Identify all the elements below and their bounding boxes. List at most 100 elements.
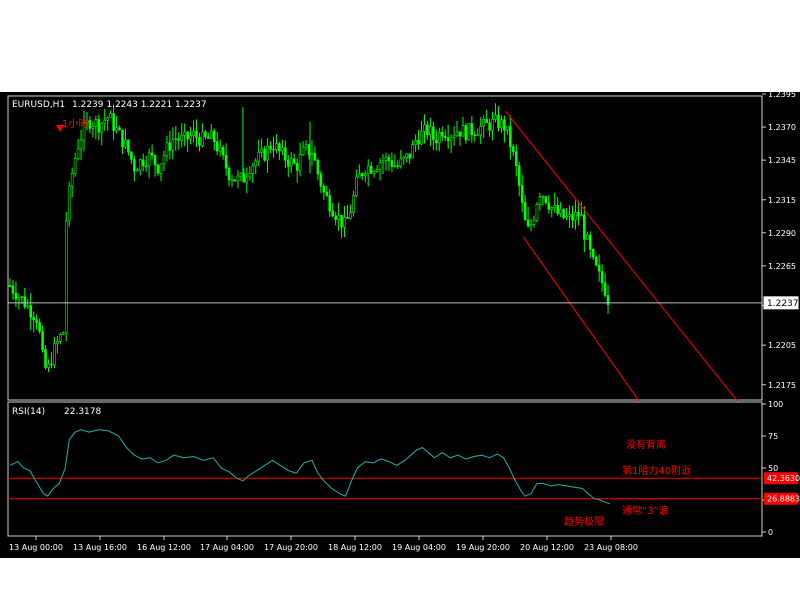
- candle-body: [298, 154, 302, 171]
- candle-body: [473, 134, 477, 137]
- candle-body: [233, 179, 237, 182]
- candle-body: [328, 195, 332, 212]
- candle-body: [455, 131, 459, 137]
- annotation-wave-3: 通常“3”浪: [622, 504, 669, 517]
- candle-body: [550, 207, 554, 210]
- candle-body: [70, 173, 74, 187]
- candle-body: [437, 131, 441, 144]
- candle-body: [269, 145, 272, 150]
- candle-body: [562, 208, 565, 218]
- candle-body: [600, 270, 604, 284]
- candle-body: [355, 176, 358, 196]
- annotation-trend-limit: 趋势极限: [564, 515, 604, 528]
- candle-body: [378, 162, 382, 170]
- candle-body: [574, 211, 577, 221]
- candle-body: [408, 153, 411, 159]
- candle-body: [195, 130, 198, 138]
- candle-body: [251, 165, 255, 174]
- rsi-tick-label: 0: [768, 528, 773, 537]
- candle-body: [547, 202, 551, 210]
- candle-body: [304, 144, 308, 148]
- candle-body: [535, 203, 539, 221]
- candle-body: [147, 152, 151, 167]
- candle-body: [97, 119, 101, 133]
- candle-body: [88, 120, 92, 129]
- candle-body: [482, 118, 485, 127]
- candle-body: [156, 164, 160, 174]
- current-price-badge: 1.2237: [763, 296, 799, 310]
- candle-body: [337, 214, 340, 220]
- candle-body: [417, 140, 420, 145]
- candle-body: [106, 117, 109, 121]
- price-tick-label: 1.2370: [768, 123, 796, 132]
- candle-body: [91, 126, 95, 129]
- candle-body: [571, 214, 574, 221]
- candle-body: [236, 175, 240, 182]
- candle-body: [520, 185, 524, 203]
- candle-body: [64, 220, 68, 334]
- candle-body: [204, 131, 207, 138]
- candle-body: [497, 114, 500, 128]
- candle-body: [121, 129, 124, 148]
- candle-body: [334, 215, 337, 220]
- candle-body: [201, 131, 204, 146]
- time-tick-label: 19 Aug 20:00: [456, 543, 510, 552]
- candle-body: [423, 124, 426, 132]
- candle-body: [275, 143, 278, 150]
- candle-body: [470, 123, 474, 136]
- candle-body: [553, 205, 557, 208]
- candle-body: [491, 119, 494, 131]
- candle-body: [162, 155, 166, 165]
- candle-body: [218, 147, 222, 152]
- candle-body: [544, 196, 548, 203]
- candle-body: [476, 134, 480, 137]
- candle-body: [278, 143, 281, 152]
- candle-body: [340, 214, 343, 228]
- candle-body: [230, 179, 234, 182]
- candle-body: [183, 131, 186, 136]
- candle-body: [212, 130, 216, 143]
- candle-body: [109, 113, 112, 119]
- rsi-value: 22.3178: [64, 407, 101, 417]
- rsi-tick-label: 100: [768, 400, 783, 409]
- candle-body: [41, 331, 44, 350]
- candle-body: [32, 316, 35, 321]
- time-tick-label: 20 Aug 12:00: [520, 543, 574, 552]
- candle-body: [390, 160, 394, 167]
- annotation-no-divergence: 没有背离: [626, 438, 666, 451]
- candle-body: [38, 322, 41, 332]
- candle-body: [23, 296, 27, 308]
- time-tick-label: 23 Aug 08:00: [584, 543, 638, 552]
- candle-body: [464, 125, 468, 141]
- candle-body: [257, 152, 260, 162]
- candle-body: [461, 125, 465, 137]
- candle-body: [532, 220, 536, 225]
- symbol-label: EURUSD,H1: [12, 100, 65, 110]
- candle-body: [177, 138, 181, 141]
- candle-body: [127, 139, 130, 153]
- candle-body: [153, 155, 157, 166]
- time-tick-label: 13 Aug 00:00: [9, 543, 63, 552]
- rsi-tick-label: 75: [768, 432, 778, 441]
- candle-body: [100, 122, 104, 133]
- candle-body: [292, 158, 296, 164]
- candle-body: [426, 124, 429, 135]
- candle-body: [603, 282, 607, 296]
- candle-body: [159, 163, 163, 174]
- candle-body: [458, 131, 462, 137]
- candle-body: [503, 119, 506, 131]
- candle-body: [372, 171, 376, 174]
- price-tick-label: 1.2395: [768, 92, 796, 99]
- time-tick-label: 17 Aug 04:00: [200, 543, 254, 552]
- candle-body: [17, 296, 21, 300]
- candle-body: [384, 157, 388, 162]
- candle-body: [281, 147, 284, 152]
- candle-body: [192, 130, 195, 137]
- candle-body: [494, 114, 497, 120]
- chart-svg[interactable]: 1.2395 1.2370 1.2345 1.2315 1.2290 1.2265 1.22…: [0, 90, 800, 558]
- candle-body: [59, 334, 62, 342]
- candle-body: [402, 157, 406, 160]
- candle-body: [393, 165, 397, 167]
- candle-body: [260, 148, 263, 153]
- chart-window[interactable]: 1.2395 1.2370 1.2345 1.2315 1.2290 1.2265 1.22…: [0, 90, 800, 558]
